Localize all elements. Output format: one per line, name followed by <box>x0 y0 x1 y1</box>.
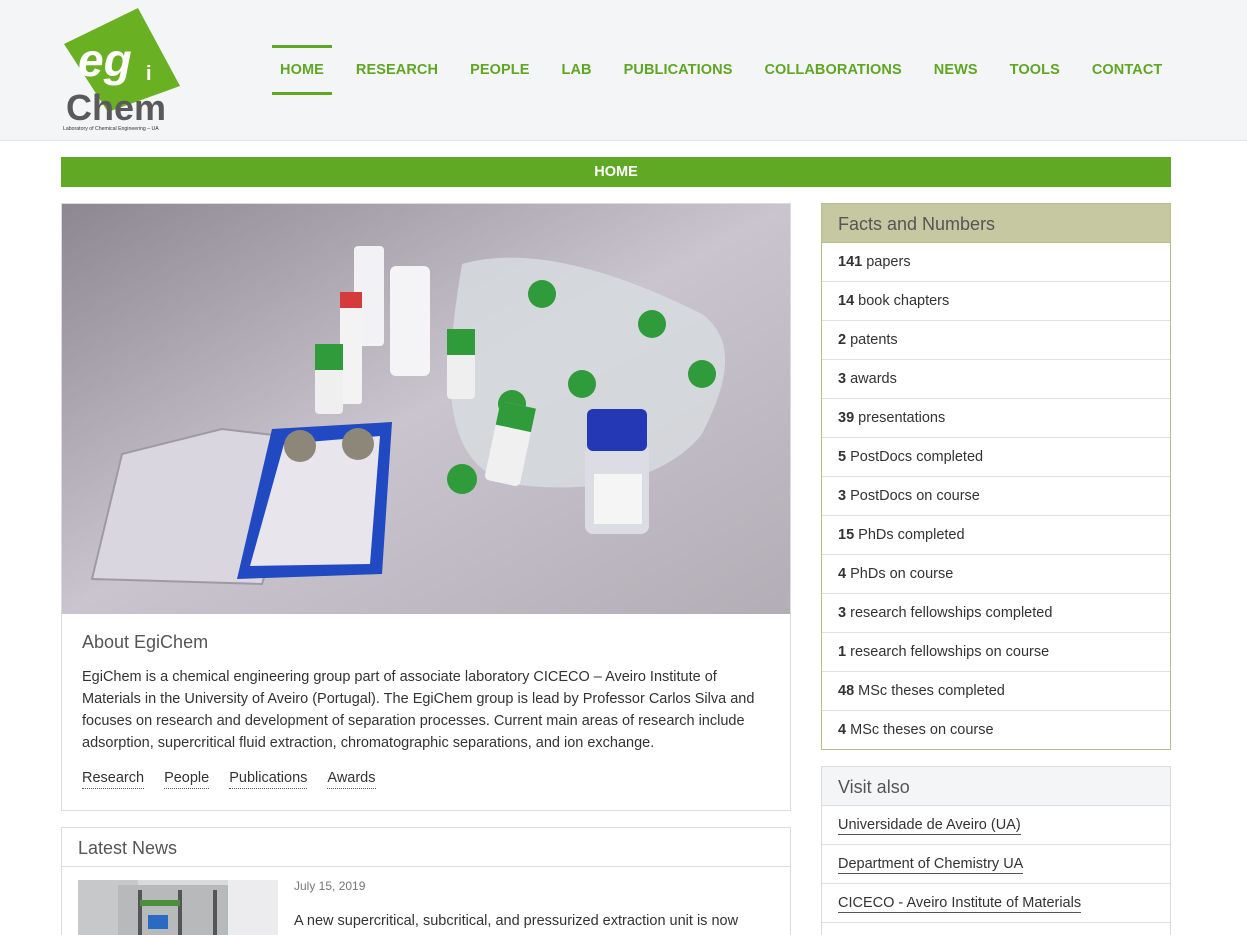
about-title: About EgiChem <box>82 632 209 652</box>
nav-collaborations[interactable]: COLLABORATIONS <box>756 45 909 95</box>
about-link-publications[interactable]: Publications <box>229 770 308 789</box>
news-date: July 15, 2019 <box>294 879 366 893</box>
nav-publications[interactable]: PUBLICATIONS <box>616 45 741 95</box>
link-ciceco[interactable]: CICECO - Aveiro Institute of Materials <box>838 895 1082 913</box>
fact-number: 141 <box>838 254 863 270</box>
fact-label: papers <box>866 254 911 270</box>
fact-label: MSc theses on course <box>850 722 994 738</box>
fact-number: 48 <box>838 683 855 699</box>
fact-number: 15 <box>838 527 855 543</box>
lab-samples-photo <box>62 204 790 614</box>
nav-lab[interactable]: LAB <box>554 45 600 95</box>
fact-number: 4 <box>838 566 847 582</box>
fact-row: 14 book chapters <box>822 282 1170 321</box>
latest-news-card: Latest News July 15, 2019 A new supercri… <box>61 827 791 935</box>
svg-text:Laboratory of Chemical Enginee: Laboratory of Chemical Engineering – UA <box>63 126 159 132</box>
about-link-people[interactable]: People <box>164 770 210 789</box>
visit-also-title: Visit also <box>822 767 1170 806</box>
fact-row: 3 research fellowships completed <box>822 594 1170 633</box>
nav-home[interactable]: HOME <box>272 45 332 95</box>
fact-row: 48 MSc theses completed <box>822 672 1170 711</box>
fact-label: patents <box>850 332 898 348</box>
facts-title: Facts and Numbers <box>822 204 1170 243</box>
link-universidade-aveiro[interactable]: Universidade de Aveiro (UA) <box>838 817 1021 835</box>
svg-text:Chem: Chem <box>66 87 166 128</box>
visit-row: CICECO - Aveiro Institute of Materials <box>822 884 1170 923</box>
about-link-research[interactable]: Research <box>82 770 145 789</box>
fact-number: 3 <box>838 605 847 621</box>
fact-number: 5 <box>838 449 847 465</box>
about-description: EgiChem is a chemical engineering group … <box>82 669 755 751</box>
fact-row: 4 MSc theses on course <box>822 711 1170 750</box>
fact-label: PostDocs completed <box>850 449 984 465</box>
fact-label: research fellowships completed <box>850 605 1053 621</box>
fact-label: PhDs on course <box>850 566 954 582</box>
fact-label: MSc theses completed <box>858 683 1005 699</box>
fact-label: PostDocs on course <box>850 488 980 504</box>
fact-number: 4 <box>838 722 847 738</box>
fact-label: presentations <box>858 410 946 426</box>
fact-row: 39 presentations <box>822 399 1170 438</box>
fact-row: 1 research fellowships on course <box>822 633 1170 672</box>
fact-label: awards <box>850 371 897 387</box>
fact-row: 141 papers <box>822 243 1170 282</box>
nav-tools[interactable]: TOOLS <box>1002 45 1068 95</box>
main-nav: HOME RESEARCH PEOPLE LAB PUBLICATIONS CO… <box>272 45 1186 95</box>
nav-news[interactable]: NEWS <box>926 45 986 95</box>
fact-label: book chapters <box>858 293 950 309</box>
latest-news-title: Latest News <box>62 828 790 867</box>
svg-text:eg: eg <box>78 34 132 86</box>
fact-number: 3 <box>838 371 847 387</box>
fact-number: 39 <box>838 410 855 426</box>
visit-also-panel: Visit also Universidade de Aveiro (UA) D… <box>821 766 1171 935</box>
nav-contact[interactable]: CONTACT <box>1084 45 1171 95</box>
about-card: About EgiChem EgiChem is a chemical engi… <box>61 203 791 811</box>
site-header: eg i Chem Laboratory of Chemical Enginee… <box>0 0 1247 141</box>
fact-row: 15 PhDs completed <box>822 516 1170 555</box>
facts-panel: Facts and Numbers 141 papers 14 book cha… <box>821 203 1171 750</box>
fact-number: 14 <box>838 293 855 309</box>
nav-people[interactable]: PEOPLE <box>462 45 537 95</box>
svg-text:i: i <box>146 63 152 85</box>
news-excerpt[interactable]: A new supercritical, subcritical, and pr… <box>294 913 738 929</box>
fact-number: 1 <box>838 644 847 660</box>
egichem-logo[interactable]: eg i Chem Laboratory of Chemical Enginee… <box>60 8 180 134</box>
fact-row: 5 PostDocs completed <box>822 438 1170 477</box>
visit-row: Department of Chemistry UA <box>822 845 1170 884</box>
fact-label: research fellowships on course <box>850 644 1050 660</box>
visit-row: Universidade de Aveiro (UA) <box>822 806 1170 845</box>
page-title: HOME <box>61 157 1171 187</box>
about-link-awards[interactable]: Awards <box>327 770 376 789</box>
fact-row: 4 PhDs on course <box>822 555 1170 594</box>
fact-row: 3 PostDocs on course <box>822 477 1170 516</box>
fact-number: 2 <box>838 332 847 348</box>
link-department-chemistry[interactable]: Department of Chemistry UA <box>838 856 1024 874</box>
nav-research[interactable]: RESEARCH <box>348 45 446 95</box>
about-links: Research People Publications Awards <box>82 770 396 789</box>
fact-row: 3 awards <box>822 360 1170 399</box>
fact-row: 2 patents <box>822 321 1170 360</box>
news-thumbnail[interactable] <box>78 880 278 935</box>
fact-label: PhDs completed <box>858 527 965 543</box>
fact-number: 3 <box>838 488 847 504</box>
